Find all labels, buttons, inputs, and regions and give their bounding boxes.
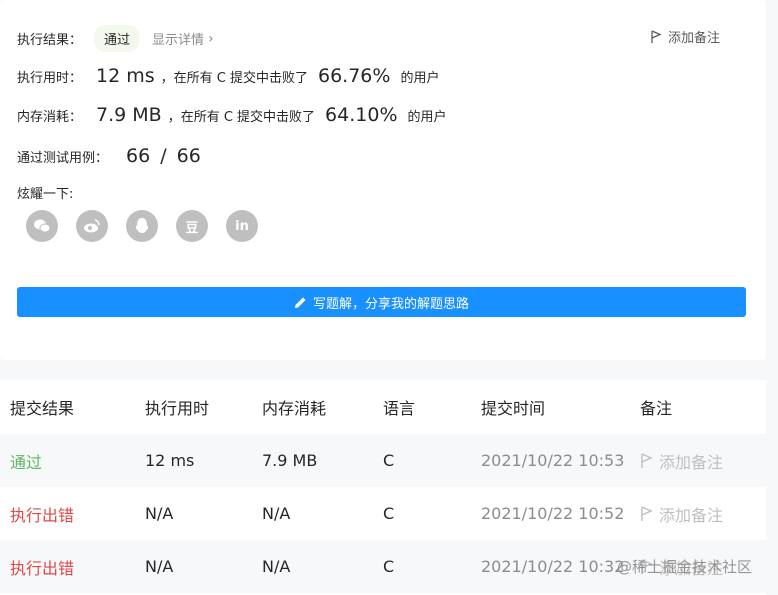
table-row: 执行出错 N/A N/A C 2021/10/22 10:52 添加备注: [0, 487, 766, 540]
flag-icon: [641, 505, 653, 521]
testcases-label: 通过测试用例：: [17, 150, 109, 166]
memory-mid-text: ，在所有 C 提交中击败了: [167, 109, 316, 125]
testcases-row: 通过测试用例： 66 / 66: [17, 145, 207, 167]
row-submit-time: 2021/10/22 10:52: [481, 504, 625, 523]
header-runtime: 执行用时: [145, 399, 210, 418]
submission-table: 提交结果 执行用时 内存消耗 语言 提交时间 备注 通过 12 ms 7.9 M…: [0, 380, 766, 595]
linkedin-icon[interactable]: in: [226, 210, 258, 242]
row-result-link[interactable]: 通过: [10, 449, 42, 473]
watermark: @稀土掘金技术社区: [616, 558, 752, 576]
add-note-button[interactable]: 添加备注: [650, 27, 720, 46]
row-submit-time: 2021/10/22 10:53: [481, 451, 625, 470]
memory-row: 内存消耗： 7.9 MB ，在所有 C 提交中击败了 64.10% 的用户: [17, 104, 447, 126]
add-note-label: 添加备注: [668, 31, 721, 46]
row-result-link[interactable]: 执行出错: [10, 502, 74, 526]
row-language: C: [383, 557, 395, 576]
memory-label: 内存消耗：: [17, 109, 83, 125]
testcases-passed: 66: [126, 145, 151, 167]
show-detail-label: 显示详情: [152, 33, 205, 48]
runtime-suffix: 的用户: [400, 70, 440, 86]
row-result-link[interactable]: 执行出错: [10, 555, 74, 579]
runtime-row: 执行用时： 12 ms ，在所有 C 提交中击败了 66.76% 的用户: [17, 65, 439, 87]
row-runtime: N/A: [145, 504, 174, 523]
memory-value: 7.9 MB: [96, 104, 162, 126]
memory-suffix: 的用户: [407, 109, 447, 125]
flag-icon: [651, 29, 662, 43]
row-submit-time: 2021/10/22 10:32: [481, 557, 625, 576]
table-row: 通过 12 ms 7.9 MB C 2021/10/22 10:53 添加备注: [0, 434, 766, 487]
header-submit-time: 提交时间: [481, 399, 546, 418]
row-memory: N/A: [262, 504, 291, 523]
header-note: 备注: [640, 399, 673, 418]
header-language: 语言: [383, 399, 416, 418]
qq-icon[interactable]: [126, 210, 158, 242]
header-memory: 内存消耗: [262, 399, 327, 418]
share-label: 炫耀一下:: [17, 187, 74, 202]
result-label: 执行结果：: [17, 33, 83, 48]
row-memory: N/A: [262, 557, 291, 576]
share-icons: 豆 in: [26, 210, 276, 242]
testcases-total: 66: [176, 145, 201, 167]
show-detail-link[interactable]: 显示详情 ›: [152, 29, 214, 49]
row-note-label: 添加备注: [659, 505, 724, 525]
wechat-icon[interactable]: [26, 210, 58, 242]
chevron-right-icon: ›: [208, 30, 214, 47]
douban-glyph: 豆: [185, 220, 199, 236]
result-row: 执行结果： 通过 显示详情 ›: [17, 25, 214, 52]
header-result: 提交结果: [10, 399, 75, 418]
runtime-value: 12 ms: [96, 65, 155, 87]
linkedin-glyph: in: [235, 218, 249, 234]
row-add-note-button[interactable]: 添加备注: [640, 449, 723, 473]
flag-icon: [641, 452, 653, 468]
row-runtime: N/A: [145, 557, 174, 576]
row-language: C: [383, 504, 395, 523]
row-language: C: [383, 451, 395, 470]
runtime-percent: 66.76%: [317, 65, 391, 87]
write-solution-label: 写题解，分享我的解题思路: [312, 296, 469, 312]
runtime-mid-text: ，在所有 C 提交中击败了: [160, 70, 308, 86]
douban-icon[interactable]: 豆: [176, 210, 208, 242]
row-runtime: 12 ms: [145, 451, 195, 470]
write-solution-button[interactable]: 写题解，分享我的解题思路: [17, 287, 746, 317]
row-add-note-button[interactable]: 添加备注: [640, 502, 723, 526]
share-label-row: 炫耀一下:: [17, 183, 73, 202]
row-memory: 7.9 MB: [262, 451, 318, 470]
status-badge: 通过: [94, 25, 141, 52]
table-header: 提交结果 执行用时 内存消耗 语言 提交时间 备注: [0, 380, 766, 434]
result-card: 执行结果： 通过 显示详情 › 添加备注 执行用时： 12 ms ，在所有 C …: [0, 0, 766, 360]
weibo-icon[interactable]: [76, 210, 108, 242]
row-note-label: 添加备注: [659, 452, 724, 472]
testcases-separator: /: [160, 145, 167, 167]
runtime-label: 执行用时：: [17, 70, 83, 86]
memory-percent: 64.10%: [325, 104, 398, 126]
pencil-icon: [294, 297, 306, 308]
